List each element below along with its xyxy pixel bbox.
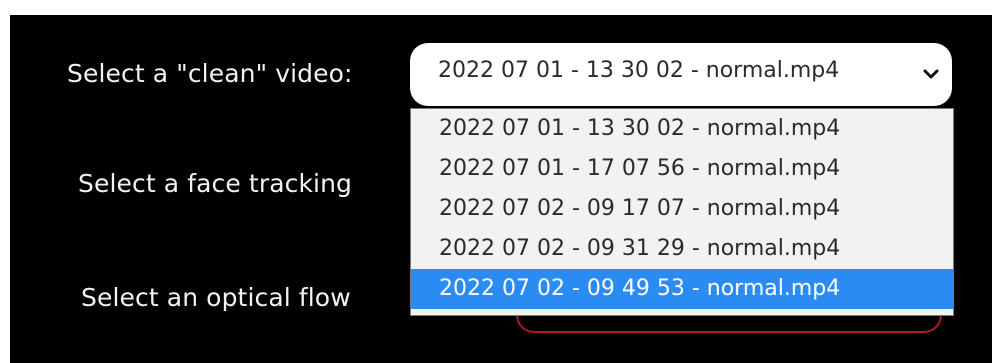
face-tracking-label: Select a face tracking — [78, 169, 353, 198]
clean-video-dropdown-list: 2022 07 01 - 13 30 02 - normal.mp4 2022 … — [410, 108, 954, 316]
dropdown-option-highlighted[interactable]: 2022 07 02 - 09 49 53 - normal.mp4 — [411, 269, 953, 309]
dropdown-option[interactable]: 2022 07 01 - 17 07 56 - normal.mp4 — [411, 149, 953, 189]
dropdown-option[interactable]: 2022 07 01 - 13 30 02 - normal.mp4 — [411, 109, 953, 149]
clean-video-label: Select a "clean" video: — [67, 59, 353, 88]
dropdown-option[interactable]: 2022 07 02 - 09 17 07 - normal.mp4 — [411, 189, 953, 229]
chevron-down-icon — [923, 69, 939, 79]
clean-video-select-value: 2022 07 01 - 13 30 02 - normal.mp4 — [438, 58, 840, 83]
app-panel: Select a "clean" video: Select a face tr… — [10, 15, 992, 363]
clean-video-select[interactable]: 2022 07 01 - 13 30 02 - normal.mp4 — [410, 43, 952, 106]
dropdown-option[interactable]: 2022 07 02 - 09 31 29 - normal.mp4 — [411, 229, 953, 269]
optical-flow-label: Select an optical flow — [81, 283, 351, 312]
